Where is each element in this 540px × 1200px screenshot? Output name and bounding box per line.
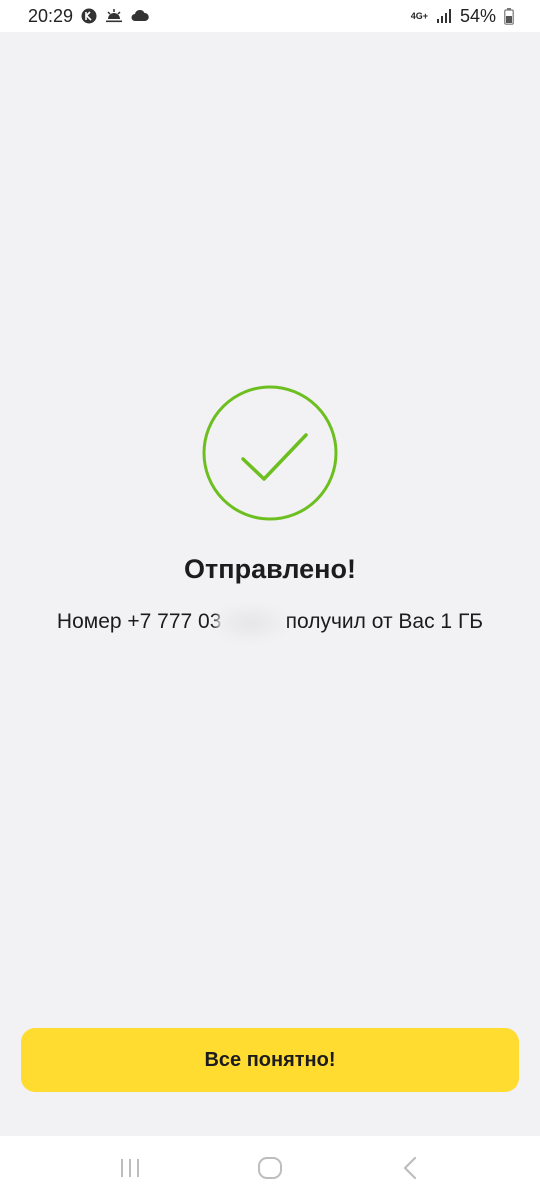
network-type-indicator: 4G+ — [410, 10, 428, 21]
network-type-label: 4G+ — [410, 10, 428, 21]
success-check-icon — [202, 385, 338, 521]
status-left: 20:29 — [28, 6, 149, 27]
cloud-icon — [131, 9, 149, 23]
masked-phone-digits: 00000 — [221, 610, 279, 634]
message-prefix: Номер +7 777 03 — [56, 610, 222, 633]
signal-icon — [436, 9, 452, 23]
success-title: Отправлено! — [184, 554, 356, 584]
status-time: 20:29 — [28, 5, 74, 26]
back-button[interactable] — [380, 1148, 440, 1188]
message-suffix: получил от Вас 1 ГБ — [279, 610, 484, 633]
system-nav-bar — [0, 1136, 540, 1200]
recents-button[interactable] — [100, 1148, 160, 1188]
status-right: 4G+ 54% — [411, 6, 514, 27]
home-button[interactable] — [240, 1148, 300, 1188]
battery-icon — [504, 7, 514, 25]
home-icon — [258, 1157, 282, 1179]
back-icon — [403, 1156, 417, 1180]
confirm-button[interactable]: Все понятно! — [21, 1028, 519, 1092]
gallery-notification-icon — [81, 8, 97, 24]
transfer-success-screen: Отправлено! Номер +7 777 0300000 получил… — [0, 32, 540, 1136]
recents-icon — [121, 1159, 139, 1177]
weather-sunrise-icon — [105, 8, 123, 24]
battery-percent: 54% — [459, 5, 496, 26]
success-message: Номер +7 777 0300000 получил от Вас 1 ГБ — [0, 610, 540, 634]
status-bar: 20:29 4G+ 54% — [0, 0, 540, 32]
